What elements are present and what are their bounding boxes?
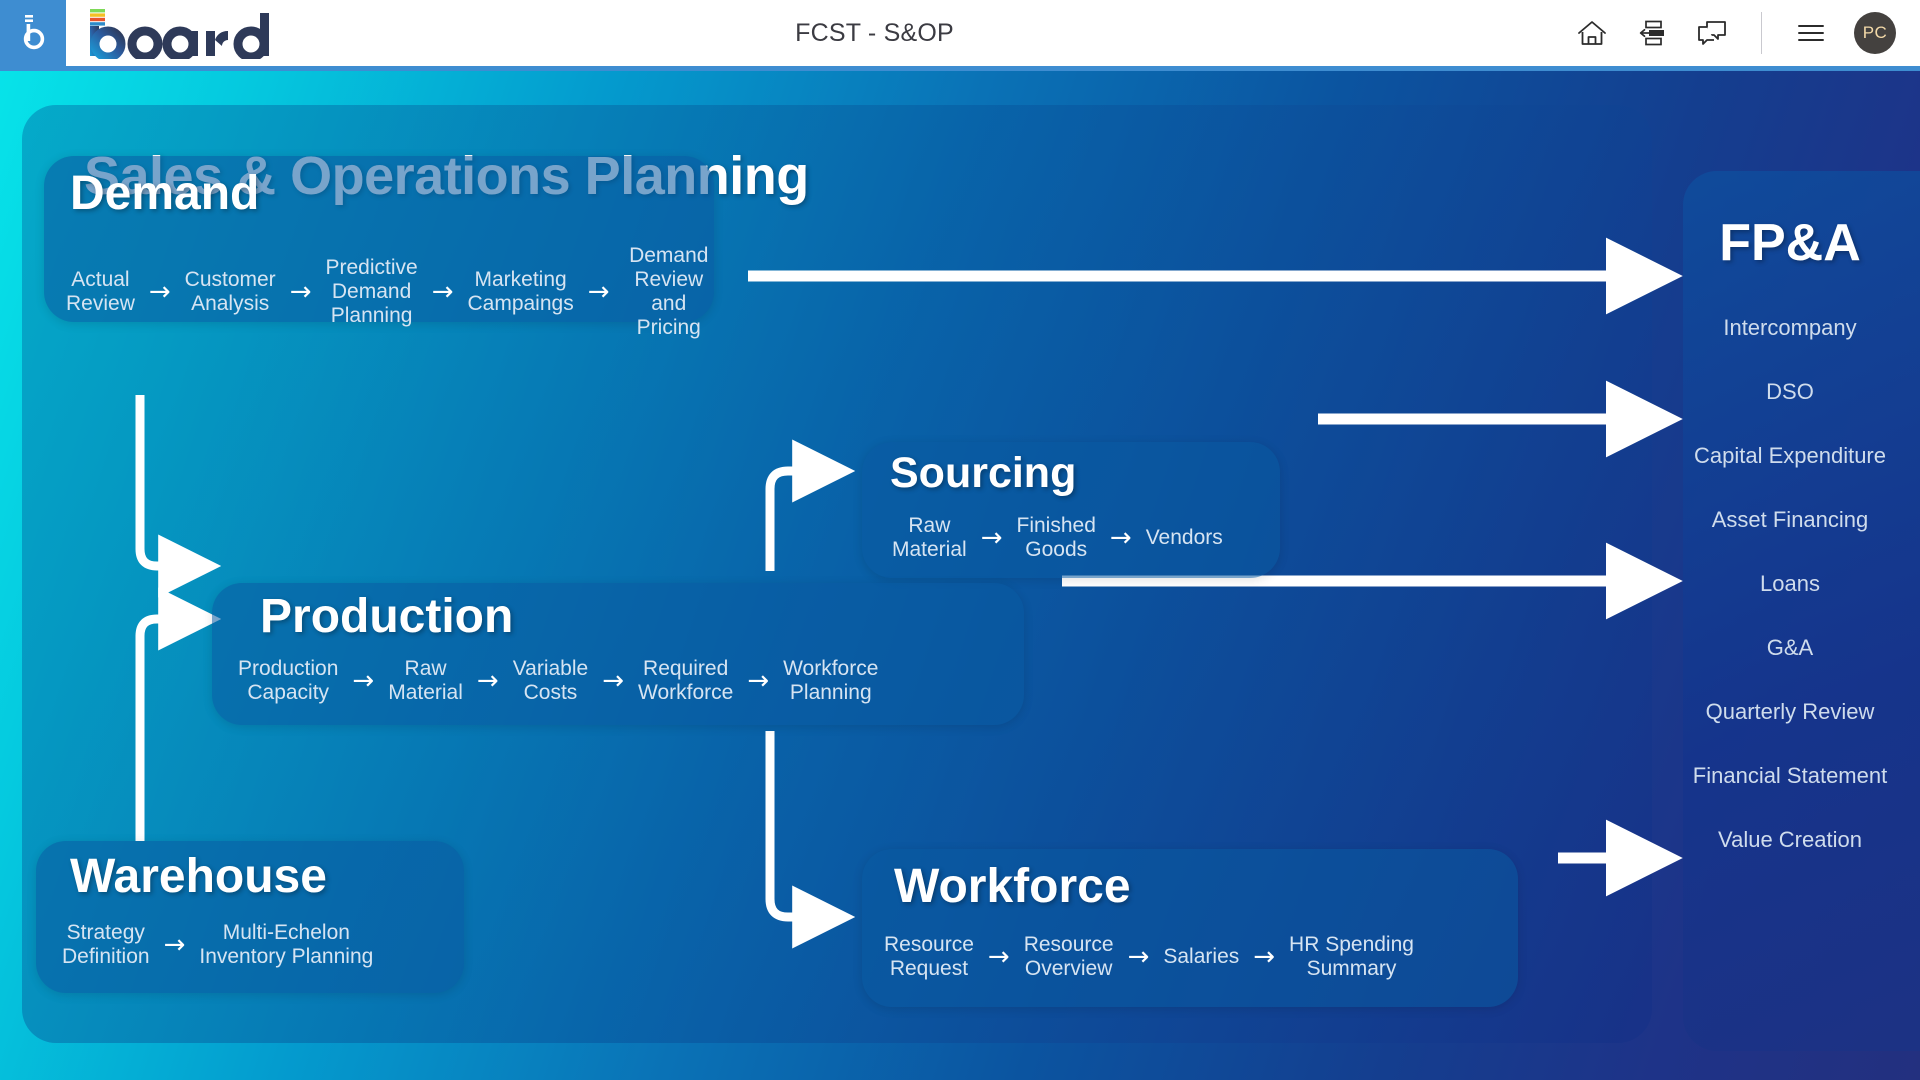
step-arrow-icon: → <box>1127 942 1150 973</box>
card-sourcing[interactable]: Sourcing Raw Material → Finished Goods →… <box>862 442 1280 578</box>
step-arrow-icon: → <box>587 277 610 308</box>
step-arrow-icon: → <box>431 277 454 308</box>
step-item[interactable]: Required Workforce <box>638 657 733 705</box>
card-demand-title: Demand <box>70 167 260 220</box>
board-mark-icon[interactable] <box>0 0 66 66</box>
step-item[interactable]: Actual Review <box>66 268 135 316</box>
step-arrow-icon: → <box>747 666 770 697</box>
fpa-item-capital-expenditure[interactable]: Capital Expenditure <box>1683 424 1897 488</box>
step-arrow-icon: → <box>163 930 186 961</box>
step-arrow-icon: → <box>352 666 375 697</box>
card-warehouse-steps: Strategy Definition → Multi-Echelon Inve… <box>62 921 373 969</box>
fpa-item-ga[interactable]: G&A <box>1683 616 1897 680</box>
step-arrow-icon: → <box>289 277 312 308</box>
step-item[interactable]: Marketing Campaings <box>467 268 573 316</box>
fpa-item-asset-financing[interactable]: Asset Financing <box>1683 488 1897 552</box>
chat-icon[interactable] <box>1695 16 1729 50</box>
step-item[interactable]: Predictive Demand Planning <box>325 256 417 328</box>
step-item[interactable]: Resource Overview <box>1024 933 1114 981</box>
step-arrow-icon: → <box>602 666 624 697</box>
step-item[interactable]: Raw Material <box>892 514 967 562</box>
fpa-item-intercompany[interactable]: Intercompany <box>1683 296 1897 360</box>
fpa-panel: FP&A Intercompany DSO Capital Expenditur… <box>1683 171 1920 1051</box>
page-title: FCST - S&OP <box>795 18 954 47</box>
fpa-item-loans[interactable]: Loans <box>1683 552 1897 616</box>
card-production-steps: Production Capacity → Raw Material → Var… <box>238 657 878 705</box>
app-header: FCST - S&OP PC <box>0 0 1920 66</box>
card-production-title: Production <box>260 590 514 643</box>
fpa-item-quarterly-review[interactable]: Quarterly Review <box>1683 680 1897 744</box>
card-demand[interactable]: Demand Actual Review → Customer Analysis… <box>44 156 714 339</box>
card-workforce-title: Workforce <box>894 860 1131 913</box>
step-arrow-icon: → <box>1109 523 1132 554</box>
card-sourcing-steps: Raw Material → Finished Goods → Vendors <box>892 514 1223 562</box>
fpa-item-financial-statement[interactable]: Financial Statement <box>1683 744 1897 808</box>
card-production[interactable]: Production Production Capacity → Raw Mat… <box>212 583 1024 725</box>
header-divider <box>1761 12 1762 54</box>
step-item[interactable]: Strategy Definition <box>62 921 150 969</box>
step-item[interactable]: Variable Costs <box>513 657 589 705</box>
step-item[interactable]: Finished Goods <box>1017 514 1096 562</box>
card-demand-steps: Actual Review → Customer Analysis → Pred… <box>66 244 714 341</box>
card-sourcing-title: Sourcing <box>890 449 1077 497</box>
step-item[interactable]: Vendors <box>1146 526 1223 550</box>
step-arrow-icon: → <box>476 666 499 697</box>
step-item[interactable]: Raw Material <box>388 657 463 705</box>
card-workforce[interactable]: Workforce Resource Request → Resource Ov… <box>862 849 1518 1007</box>
fpa-title: FP&A <box>1719 214 1861 272</box>
step-item[interactable]: HR Spending Summary <box>1289 933 1414 981</box>
step-arrow-icon: → <box>148 277 171 308</box>
step-item[interactable]: Demand Review and Pricing <box>624 244 714 341</box>
step-arrow-icon: → <box>980 523 1003 554</box>
card-workforce-steps: Resource Request → Resource Overview → S… <box>884 933 1414 981</box>
diagram-canvas: Sales & Operations Planning Demand Actua… <box>0 71 1920 1080</box>
step-arrow-icon: → <box>1253 942 1276 973</box>
header-actions: PC <box>1575 12 1920 54</box>
fpa-item-dso[interactable]: DSO <box>1683 360 1897 424</box>
card-warehouse-title: Warehouse <box>70 850 327 903</box>
home-icon[interactable] <box>1575 16 1609 50</box>
step-item[interactable]: Resource Request <box>884 933 974 981</box>
step-arrow-icon: → <box>987 942 1010 973</box>
step-item[interactable]: Workforce Planning <box>783 657 878 705</box>
avatar[interactable]: PC <box>1854 12 1896 54</box>
step-item[interactable]: Multi-Echelon Inventory Planning <box>199 921 373 969</box>
card-warehouse[interactable]: Warehouse Strategy Definition → Multi-Ec… <box>36 841 464 993</box>
fpa-list: Intercompany DSO Capital Expenditure Ass… <box>1683 296 1897 872</box>
layout-icon[interactable] <box>1635 16 1669 50</box>
fpa-item-value-creation[interactable]: Value Creation <box>1683 808 1897 872</box>
step-item[interactable]: Customer Analysis <box>185 268 276 316</box>
step-item[interactable]: Salaries <box>1163 945 1239 969</box>
step-item[interactable]: Production Capacity <box>238 657 338 705</box>
hamburger-menu-icon[interactable] <box>1794 16 1828 50</box>
